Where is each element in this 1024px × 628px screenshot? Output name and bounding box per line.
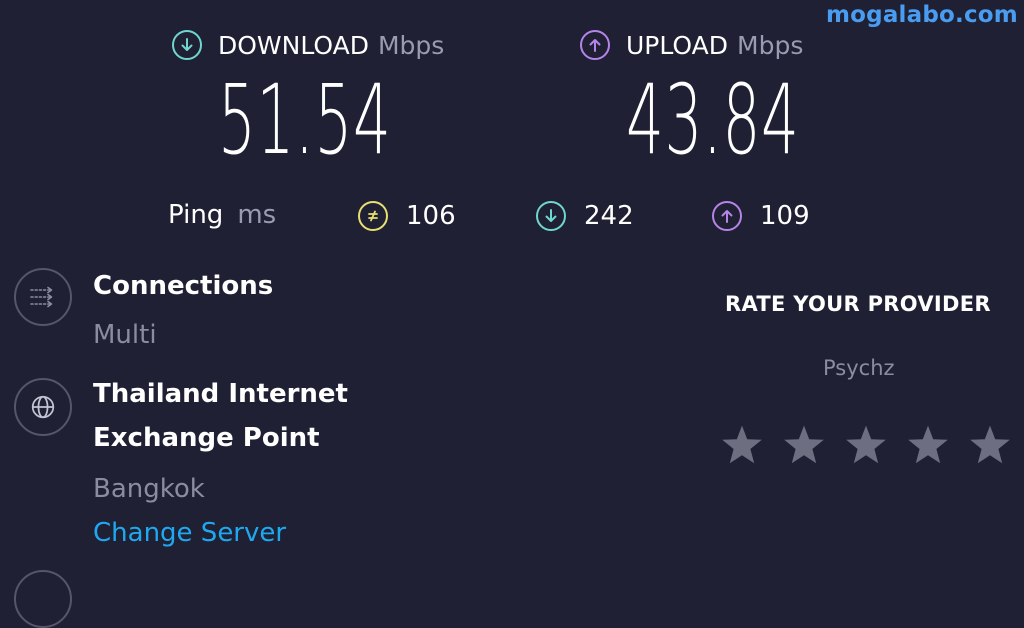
download-header: DOWNLOAD Mbps	[172, 30, 444, 60]
upload-label: UPLOAD	[626, 30, 729, 60]
change-server-link[interactable]: Change Server	[93, 518, 286, 548]
star-5-icon[interactable]	[966, 422, 1014, 470]
globe-icon[interactable]	[14, 378, 72, 436]
star-1-icon[interactable]	[718, 422, 766, 470]
download-label: DOWNLOAD	[218, 30, 369, 60]
upload-speed-value: 43.84	[626, 64, 800, 176]
server-name-line2: Exchange Point	[93, 423, 320, 453]
star-rating	[718, 422, 1014, 470]
star-2-icon[interactable]	[780, 422, 828, 470]
ping-idle-value: 106	[406, 201, 456, 231]
star-3-icon[interactable]	[842, 422, 890, 470]
connections-value: Multi	[93, 320, 157, 350]
upload-unit: Mbps	[737, 30, 804, 60]
watermark-logo: mogalabo.com	[826, 2, 1018, 28]
next-section-icon	[14, 570, 72, 628]
provider-name: Psychz	[823, 356, 895, 380]
ping-idle: 106	[358, 201, 456, 231]
server-location: Bangkok	[93, 474, 205, 504]
download-latency-icon	[536, 201, 566, 231]
ping-unit: ms	[237, 200, 277, 230]
upload-arrow-icon	[580, 30, 610, 60]
ping-label: Ping	[168, 200, 224, 230]
ping-download-value: 242	[584, 201, 634, 231]
idle-latency-icon	[358, 201, 388, 231]
download-speed-value: 51.54	[218, 64, 392, 176]
ping-label-group: Ping ms	[168, 200, 276, 230]
ping-upload-value: 109	[760, 201, 810, 231]
rate-provider-title: RATE YOUR PROVIDER	[725, 292, 991, 316]
connections-icon[interactable]	[14, 268, 72, 326]
server-name-line1: Thailand Internet	[93, 379, 348, 409]
ping-download: 242	[536, 201, 634, 231]
ping-upload: 109	[712, 201, 810, 231]
download-arrow-icon	[172, 30, 202, 60]
upload-latency-icon	[712, 201, 742, 231]
connections-title: Connections	[93, 271, 274, 301]
upload-header: UPLOAD Mbps	[580, 30, 803, 60]
download-unit: Mbps	[377, 30, 445, 60]
star-4-icon[interactable]	[904, 422, 952, 470]
